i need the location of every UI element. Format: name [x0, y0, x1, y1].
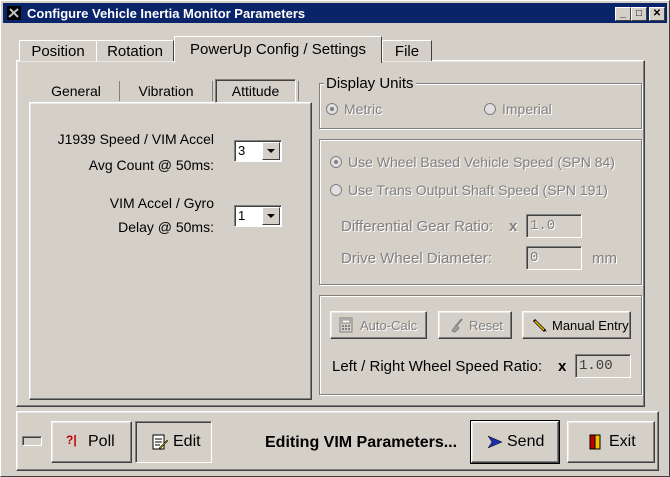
trans-speed-radio[interactable] [330, 184, 342, 196]
tab-position[interactable]: Position [19, 40, 97, 61]
subtab-divider [298, 81, 299, 101]
diff-ratio-input[interactable]: 1.0 [526, 214, 582, 238]
exit-label: Exit [609, 433, 636, 450]
delay-label-line2: Delay @ 50ms: [118, 219, 214, 235]
wheel-speed-label: Use Wheel Based Vehicle Speed (SPN 84) [348, 154, 615, 170]
status-led [22, 436, 42, 446]
send-arrow-icon [487, 435, 503, 449]
window-title: Configure Vehicle Inertia Monitor Parame… [27, 6, 306, 21]
subtab-general-label: General [51, 83, 101, 99]
subtab-vibration[interactable]: Vibration [121, 79, 211, 101]
status-text: Editing VIM Parameters... [265, 434, 458, 451]
maximize-icon: □ [635, 8, 643, 19]
wheel-diameter-input[interactable]: 0 [526, 246, 582, 270]
close-button[interactable]: ✕ [649, 7, 665, 21]
delay-label-line1: VIM Accel / Gyro [109, 195, 214, 211]
send-label: Send [507, 433, 545, 450]
avg-count-label-line1: J1939 Speed / VIM Accel [57, 131, 214, 147]
tab-powerup-config[interactable]: PowerUp Config / Settings [174, 36, 382, 63]
subtab-vibration-label: Vibration [138, 83, 194, 99]
tab-rotation[interactable]: Rotation [96, 40, 174, 61]
tab-rotation-label: Rotation [107, 43, 163, 60]
edit-label: Edit [173, 433, 201, 450]
display-units-legend: Display Units [324, 75, 416, 92]
diff-ratio-x: x [509, 218, 518, 235]
tab-file-label: File [394, 43, 420, 60]
wheel-diameter-value: 0 [530, 250, 539, 266]
calculator-icon [339, 317, 353, 333]
auto-calc-button[interactable]: Auto-Calc [330, 311, 427, 339]
tab-powerup-label: PowerUp Config / Settings [190, 41, 366, 58]
subtab-attitude-label: Attitude [231, 83, 280, 99]
diff-ratio-value: 1.0 [530, 218, 556, 234]
wheel-ratio-value: 1.00 [579, 358, 613, 374]
avg-count-select[interactable]: 3 [234, 140, 282, 162]
subtab-attitude[interactable]: Attitude [215, 79, 296, 103]
wheel-ratio-x: x [558, 358, 567, 375]
reset-label: Reset [469, 318, 503, 333]
reset-button[interactable]: Reset [438, 311, 512, 339]
title-bar: Configure Vehicle Inertia Monitor Parame… [3, 3, 667, 23]
poll-icon: ?| [66, 433, 77, 447]
subtab-divider [212, 81, 213, 101]
edit-button[interactable]: Edit [135, 421, 212, 463]
wheel-ratio-input[interactable]: 1.00 [575, 354, 631, 378]
imperial-radio[interactable] [484, 103, 496, 115]
broom-icon [451, 318, 463, 333]
metric-label: Metric [344, 101, 383, 117]
subtab-general[interactable]: General [34, 79, 118, 101]
close-icon: ✕ [652, 8, 662, 19]
chevron-down-icon[interactable] [262, 207, 280, 225]
wheel-diameter-label: Drive Wheel Diameter: [341, 250, 492, 267]
maximize-button[interactable]: □ [631, 7, 647, 21]
wheel-ratio-label: Left / Right Wheel Speed Ratio: [332, 358, 543, 375]
wheel-ratio-group [319, 295, 642, 395]
app-icon [7, 6, 21, 20]
edit-document-icon [152, 434, 169, 450]
exit-door-icon [589, 434, 601, 450]
wheel-speed-radio[interactable] [330, 156, 342, 168]
tab-position-label: Position [31, 43, 85, 60]
exit-button[interactable]: Exit [567, 421, 655, 463]
manual-entry-button[interactable]: Manual Entry [522, 311, 631, 339]
chevron-down-icon[interactable] [262, 142, 280, 160]
pencil-icon [532, 318, 547, 333]
avg-count-label-line2: Avg Count @ 50ms: [88, 157, 214, 173]
poll-label: Poll [88, 433, 115, 450]
tab-file[interactable]: File [382, 40, 432, 61]
minimize-icon: _ [620, 8, 626, 19]
avg-count-value: 3 [238, 143, 246, 158]
imperial-label: Imperial [502, 101, 552, 117]
wheel-diameter-unit: mm [592, 250, 617, 267]
diff-ratio-label: Differential Gear Ratio: [341, 218, 494, 235]
auto-calc-label: Auto-Calc [360, 318, 418, 333]
subtab-divider [119, 81, 120, 101]
configure-window: Configure Vehicle Inertia Monitor Parame… [0, 0, 670, 477]
delay-value: 1 [238, 208, 246, 223]
manual-entry-label: Manual Entry [552, 318, 629, 333]
send-button[interactable]: Send [470, 420, 560, 464]
minimize-button[interactable]: _ [615, 7, 631, 21]
poll-button[interactable]: ?| Poll [51, 421, 132, 463]
trans-speed-label: Use Trans Output Shaft Speed (SPN 191) [348, 182, 608, 198]
metric-radio[interactable] [326, 103, 338, 115]
delay-select[interactable]: 1 [234, 205, 282, 227]
